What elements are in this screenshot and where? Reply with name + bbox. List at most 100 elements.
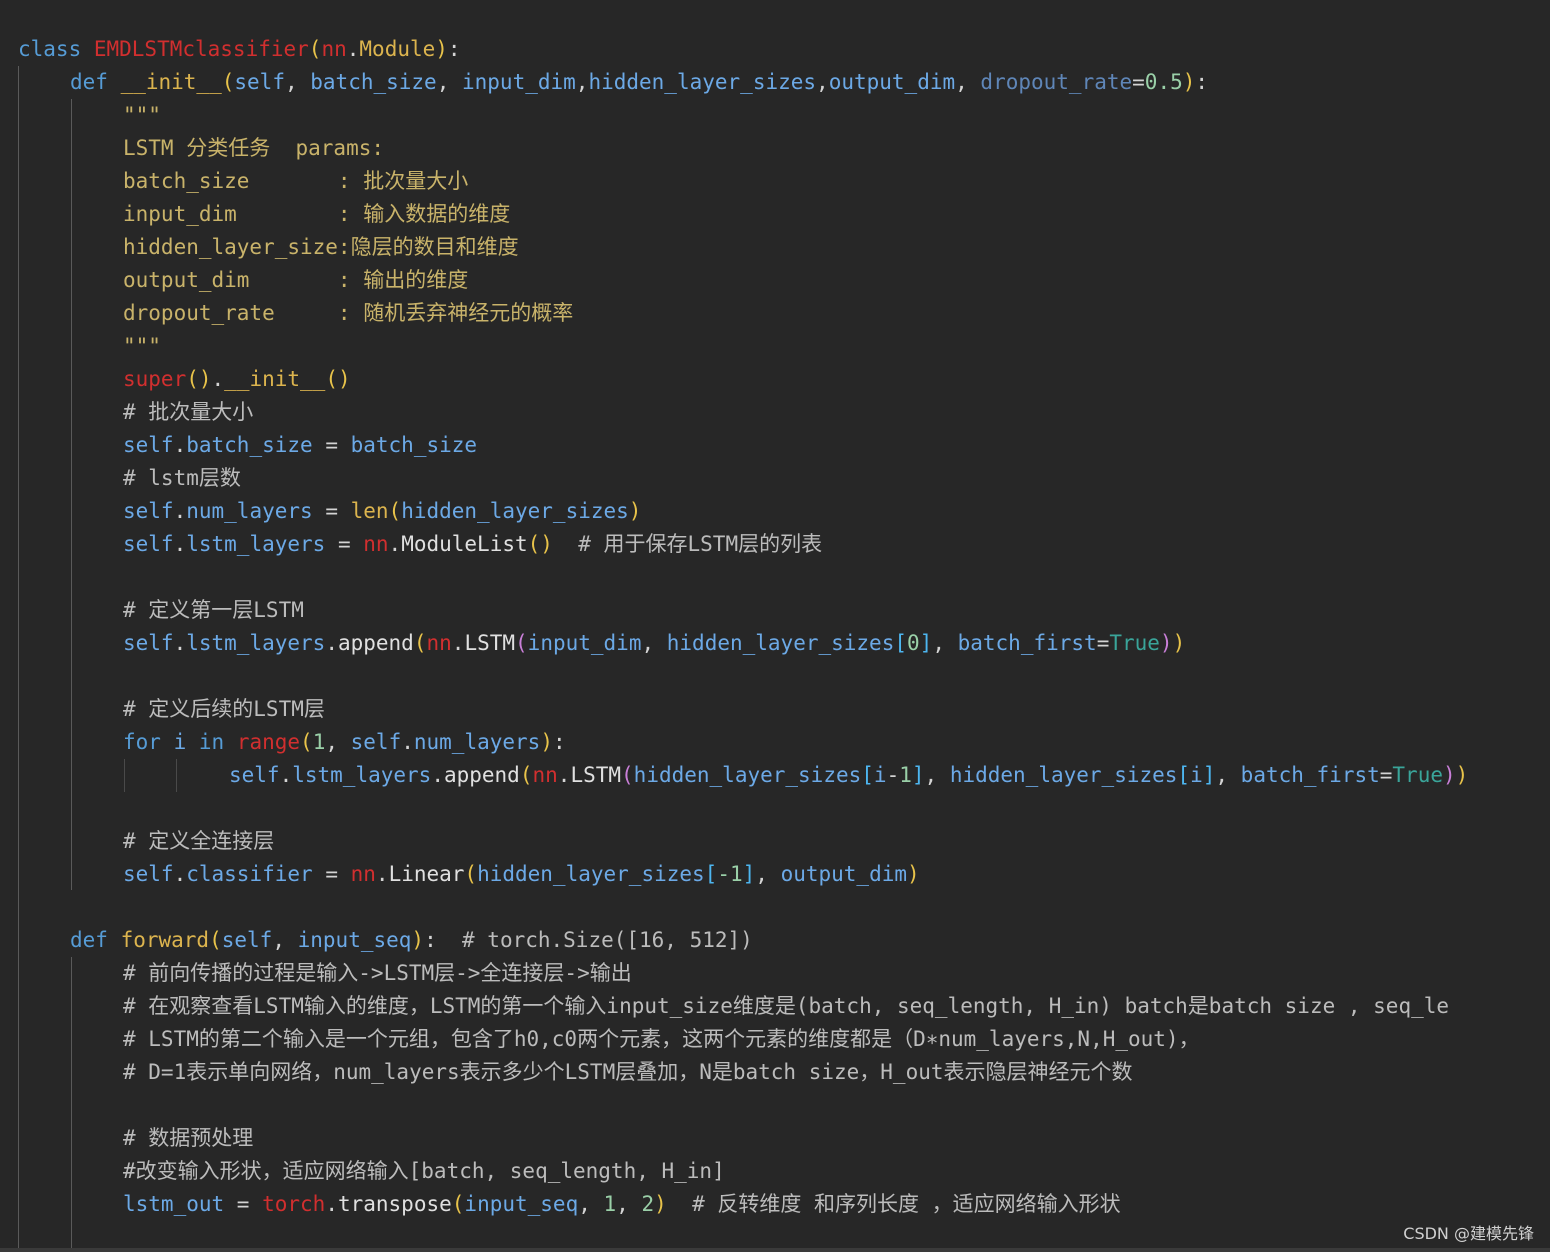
code-token: ,	[578, 1192, 603, 1216]
code-line[interactable]: class EMDLSTMclassifier(nn.Module):	[18, 33, 461, 66]
code-token: # D=1表示单向网络，num_layers表示多少个LSTM层叠加，N是bat…	[123, 1060, 1133, 1084]
code-token: =	[1132, 70, 1145, 94]
code-token: hidden_layer_sizes	[401, 499, 629, 523]
code-token: .	[347, 37, 360, 61]
code-line[interactable]: LSTM 分类任务 params:	[123, 132, 384, 165]
code-token: (	[209, 928, 222, 952]
code-token: input_dim : 输入数据的维度	[123, 202, 510, 226]
code-token: =	[224, 1192, 262, 1216]
code-token: nn	[532, 763, 557, 787]
code-line[interactable]: self.batch_size = batch_size	[123, 429, 477, 462]
code-token: 1	[313, 730, 326, 754]
code-token: ,	[1215, 763, 1240, 787]
code-line[interactable]: """	[123, 330, 161, 363]
code-line[interactable]: self.lstm_layers.append(nn.LSTM(input_di…	[123, 627, 1185, 660]
code-token: )	[1173, 631, 1186, 655]
code-line[interactable]: # 前向传播的过程是输入->LSTM层->全连接层->输出	[123, 957, 632, 990]
code-token: forward	[121, 928, 210, 952]
code-token: self	[123, 631, 174, 655]
code-line[interactable]: def __init__(self, batch_size, input_dim…	[70, 66, 1208, 99]
code-token: ]	[912, 763, 925, 787]
code-line[interactable]: output_dim : 输出的维度	[123, 264, 468, 297]
code-token: ,	[755, 862, 780, 886]
code-token: .	[174, 499, 187, 523]
code-token: (	[464, 862, 477, 886]
code-token: input_dim	[462, 70, 576, 94]
code-token: batch_first	[1241, 763, 1380, 787]
code-token: )	[907, 862, 920, 886]
code-token: )	[411, 928, 424, 952]
code-token: ()	[186, 367, 211, 391]
code-token: i	[174, 730, 199, 754]
code-token: .	[174, 532, 187, 556]
code-token: lstm_out	[123, 1192, 224, 1216]
code-line[interactable]: self.num_layers = len(hidden_layer_sizes…	[123, 495, 641, 528]
code-token: =	[313, 433, 351, 457]
code-token: batch_size	[310, 70, 436, 94]
code-line[interactable]: batch_size : 批次量大小	[123, 165, 468, 198]
code-token: ,	[272, 928, 297, 952]
code-token: self	[234, 70, 285, 94]
code-token: input_seq	[464, 1192, 578, 1216]
code-line[interactable]: super().__init__()	[123, 363, 351, 396]
code-line[interactable]: # 定义第一层LSTM	[123, 594, 304, 627]
code-token: .	[452, 631, 465, 655]
code-token: .	[558, 763, 571, 787]
code-token: # 定义全连接层	[123, 829, 274, 853]
code-token: 2	[641, 1192, 654, 1216]
code-token: ,	[285, 70, 310, 94]
code-token: LSTM	[464, 631, 515, 655]
code-token: =	[1097, 631, 1110, 655]
code-token: ,	[925, 763, 950, 787]
code-token: :	[424, 928, 437, 952]
code-token: hidden_layer_sizes	[667, 631, 895, 655]
code-token: :	[448, 37, 461, 61]
code-line[interactable]: # D=1表示单向网络，num_layers表示多少个LSTM层叠加，N是bat…	[123, 1056, 1133, 1089]
code-line[interactable]: # lstm层数	[123, 462, 241, 495]
code-token: dropout_rate : 随机丢弃神经元的概率	[123, 301, 573, 325]
code-token: __init__	[121, 70, 222, 94]
code-token: range	[237, 730, 300, 754]
code-line[interactable]: def forward(self, input_seq): # torch.Si…	[70, 924, 753, 957]
code-line[interactable]: # 在观察查看LSTM输入的维度，LSTM的第一个输入input_size维度是…	[123, 990, 1449, 1023]
code-line[interactable]: dropout_rate : 随机丢弃神经元的概率	[123, 297, 573, 330]
code-token: =	[1380, 763, 1393, 787]
code-token: ModuleList	[401, 532, 527, 556]
code-token: (	[414, 631, 427, 655]
code-token: __init__	[224, 367, 325, 391]
code-token: append	[444, 763, 520, 787]
code-line[interactable]: self.lstm_layers.append(nn.LSTM(hidden_l…	[229, 759, 1468, 792]
code-editor[interactable]: class EMDLSTMclassifier(nn.Module):def _…	[0, 0, 1550, 1252]
code-token: EMDLSTMclassifier	[94, 37, 309, 61]
code-token: class	[18, 37, 94, 61]
code-line[interactable]: """	[123, 99, 161, 132]
code-token: input_seq	[298, 928, 412, 952]
code-line[interactable]: # 批次量大小	[123, 396, 253, 429]
code-line[interactable]: # 数据预处理	[123, 1122, 253, 1155]
code-token: transpose	[338, 1192, 452, 1216]
code-token: dropout_rate	[980, 70, 1132, 94]
code-token: batch_size : 批次量大小	[123, 169, 468, 193]
code-line[interactable]: # 定义后续的LSTM层	[123, 693, 325, 726]
code-token: True	[1109, 631, 1160, 655]
code-token: output_dim	[829, 70, 955, 94]
code-token: LSTM 分类任务 params:	[123, 136, 384, 160]
code-line[interactable]: self.classifier = nn.Linear(hidden_layer…	[123, 858, 920, 891]
code-line[interactable]: # 定义全连接层	[123, 825, 274, 858]
indent-guide-line	[71, 957, 72, 1252]
code-token: self	[351, 730, 402, 754]
code-token: lstm_layers	[186, 532, 325, 556]
code-line[interactable]: self.lstm_layers = nn.ModuleList() # 用于保…	[123, 528, 822, 561]
code-token: .	[174, 631, 187, 655]
code-token: hidden_layer_size:隐层的数目和维度	[123, 235, 519, 259]
code-line[interactable]: for i in range(1, self.num_layers):	[123, 726, 566, 759]
code-line[interactable]: input_dim : 输入数据的维度	[123, 198, 510, 231]
code-line[interactable]: # LSTM的第二个输入是一个元组，包含了h0,c0两个元素，这两个元素的维度都…	[123, 1023, 1200, 1056]
code-token: =	[313, 862, 351, 886]
code-token: )	[629, 499, 642, 523]
code-line[interactable]: lstm_out = torch.transpose(input_seq, 1,…	[123, 1188, 1121, 1221]
code-line[interactable]: hidden_layer_size:隐层的数目和维度	[123, 231, 519, 264]
code-line[interactable]: #改变输入形状，适应网络输入[batch, seq_length, H_in]	[123, 1155, 725, 1188]
code-token: (	[621, 763, 634, 787]
code-token: output_dim	[781, 862, 907, 886]
